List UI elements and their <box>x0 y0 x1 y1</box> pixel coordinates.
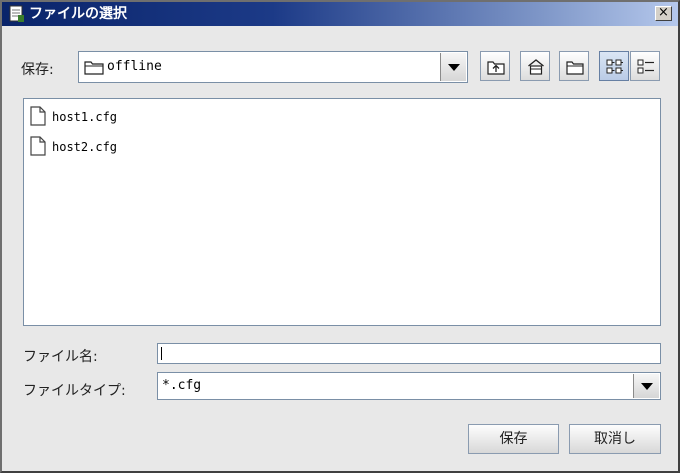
save-button[interactable]: 保存 <box>468 424 559 454</box>
file-type-value: *.cfg <box>162 378 202 393</box>
chevron-down-icon <box>447 64 460 71</box>
home-button[interactable] <box>520 51 550 81</box>
save-in-combo[interactable]: offline <box>78 51 468 83</box>
close-button[interactable]: × <box>655 6 672 21</box>
chevron-down-icon <box>640 383 653 390</box>
file-name: host1.cfg <box>52 110 118 124</box>
save-in-value: offline <box>107 59 162 74</box>
file-icon <box>30 136 46 156</box>
file-name-input[interactable] <box>157 343 661 364</box>
up-one-level-button[interactable] <box>480 51 510 81</box>
file-type-label: ファイルタイプ: <box>23 383 126 399</box>
cancel-button[interactable]: 取消し <box>569 424 661 454</box>
details-view-button[interactable] <box>630 51 660 81</box>
java-document-icon <box>9 5 24 22</box>
folder-icon <box>84 61 104 75</box>
home-icon <box>528 59 544 75</box>
file-type-dropdown-button[interactable] <box>633 374 659 398</box>
save-in-label: 保存: <box>21 62 54 78</box>
title-bar[interactable]: ファイルの選択 × <box>2 2 678 26</box>
file-name-label: ファイル名: <box>23 349 98 365</box>
list-view-icon <box>606 59 623 74</box>
save-in-dropdown-button[interactable] <box>440 53 466 81</box>
new-folder-button[interactable] <box>559 51 589 81</box>
file-list[interactable]: host1.cfg host2.cfg <box>23 98 661 326</box>
window-title: ファイルの選択 <box>29 6 127 22</box>
details-view-icon <box>637 59 654 74</box>
file-chooser-dialog: ファイルの選択 × 保存: offline host1.cfg host2.cf… <box>0 0 680 473</box>
file-type-combo[interactable]: *.cfg <box>157 372 661 400</box>
close-icon: × <box>658 5 669 20</box>
new-folder-icon <box>566 61 584 75</box>
file-name: host2.cfg <box>52 140 118 154</box>
list-view-button[interactable] <box>599 51 629 81</box>
file-icon <box>30 106 46 126</box>
folder-up-icon <box>487 61 505 75</box>
text-caret <box>161 347 162 360</box>
